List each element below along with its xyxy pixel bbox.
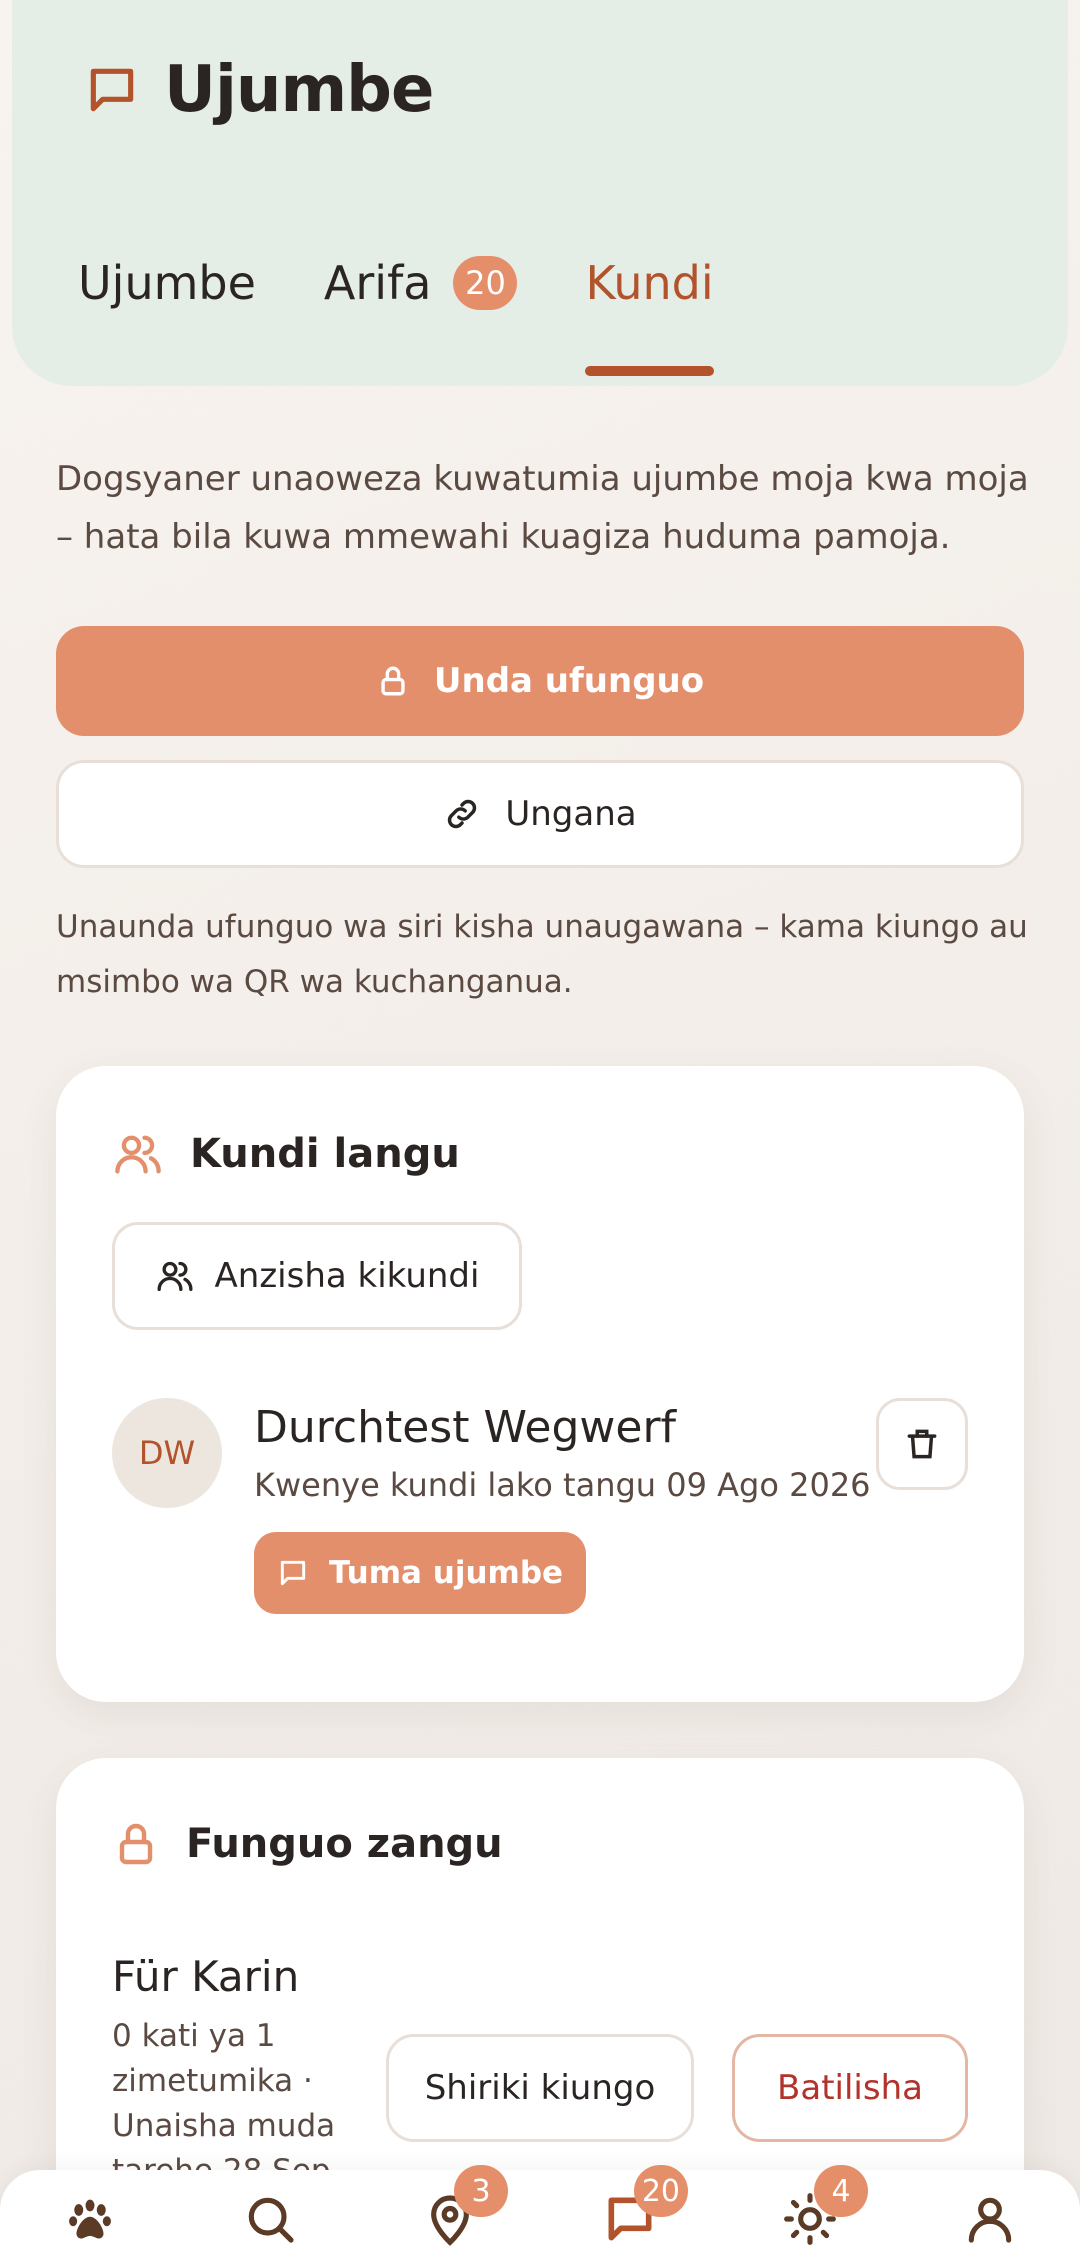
- card-header: Funguo zangu: [112, 1820, 503, 1868]
- nav-profile[interactable]: [950, 2179, 1030, 2259]
- link-icon: [448, 799, 477, 829]
- page-title: Ujumbe: [164, 53, 434, 127]
- start-group-button[interactable]: Anzisha kikundi: [112, 1222, 522, 1330]
- key-name: Für Karin: [112, 1952, 300, 2001]
- revoke-label: Batilisha: [777, 2068, 923, 2108]
- connect-label: Ungana: [505, 794, 637, 834]
- messages-badge: 20: [633, 2165, 688, 2217]
- share-link-button[interactable]: Shiriki kiungo: [386, 2034, 694, 2142]
- key-meta: 0 kati ya 1 zimetumika · Unaisha muda ta…: [112, 2018, 336, 2189]
- tab-bar: Ujumbe Arifa 20 Kundi: [78, 256, 782, 376]
- tab-label: Kundi: [585, 256, 714, 310]
- avatar: DW: [112, 1398, 222, 1508]
- search-icon: [248, 2197, 294, 2243]
- create-key-button[interactable]: Unda ufunguo: [56, 626, 1024, 736]
- send-message-label: Tuma ujumbe: [328, 1555, 564, 1591]
- intro-text: Dogsyaner unaoweza kuwatumia ujumbe moja…: [56, 459, 1029, 557]
- trash-icon: [907, 1429, 937, 1459]
- users-icon: [157, 1261, 193, 1291]
- nav-locations[interactable]: 3: [410, 2165, 508, 2259]
- start-group-label: Anzisha kikundi: [214, 1256, 480, 1296]
- title-row: Ujumbe: [74, 52, 434, 128]
- paw-icon: [69, 2199, 111, 2239]
- locations-badge: 3: [454, 2165, 508, 2217]
- member-name: Durchtest Wegwerf: [254, 1402, 677, 1453]
- nav-home[interactable]: [50, 2179, 130, 2259]
- connect-button[interactable]: Ungana: [56, 760, 1024, 868]
- users-icon: [115, 1135, 161, 1174]
- lock-icon: [381, 666, 405, 696]
- tab-group[interactable]: Kundi: [585, 256, 714, 376]
- member-since: Kwenye kundi lako tangu 09 Ago 2026: [254, 1466, 871, 1504]
- send-message-button[interactable]: Tuma ujumbe: [254, 1532, 586, 1614]
- bottom-navigation: 3 20 4: [0, 2165, 1080, 2268]
- remove-member-button[interactable]: [876, 1398, 968, 1490]
- create-key-label: Unda ufunguo: [433, 661, 705, 701]
- lock-icon: [119, 1823, 153, 1865]
- activity-badge: 4: [814, 2165, 868, 2217]
- nav-search[interactable]: [230, 2179, 310, 2259]
- share-link-label: Shiriki kiungo: [424, 2068, 656, 2108]
- app-header: Ujumbe Ujumbe Arifa 20 Kundi: [12, 0, 1068, 386]
- chat-bubble-icon: [74, 52, 150, 128]
- notification-count-badge: 20: [453, 256, 518, 310]
- chat-bubble-icon: [280, 1560, 306, 1586]
- user-icon: [968, 2197, 1012, 2243]
- tab-label: Ujumbe: [78, 256, 256, 310]
- nav-activity[interactable]: 4: [770, 2165, 868, 2259]
- my-group-title: Kundi langu: [190, 1131, 460, 1177]
- my-keys-title: Funguo zangu: [186, 1821, 503, 1867]
- tab-label: Arifa: [323, 256, 432, 310]
- revoke-button[interactable]: Batilisha: [732, 2034, 968, 2142]
- card-header: Kundi langu: [112, 1128, 460, 1180]
- tab-messages[interactable]: Ujumbe: [78, 256, 256, 310]
- my-group-card: Kundi langu Anzisha kikundi DW Durchtest…: [56, 1066, 1024, 1702]
- tab-notifications[interactable]: Arifa 20: [324, 256, 518, 310]
- nav-messages[interactable]: 20: [590, 2165, 688, 2259]
- hint-text: Unaunda ufunguo wa siri kisha unaugawana…: [56, 909, 1028, 1000]
